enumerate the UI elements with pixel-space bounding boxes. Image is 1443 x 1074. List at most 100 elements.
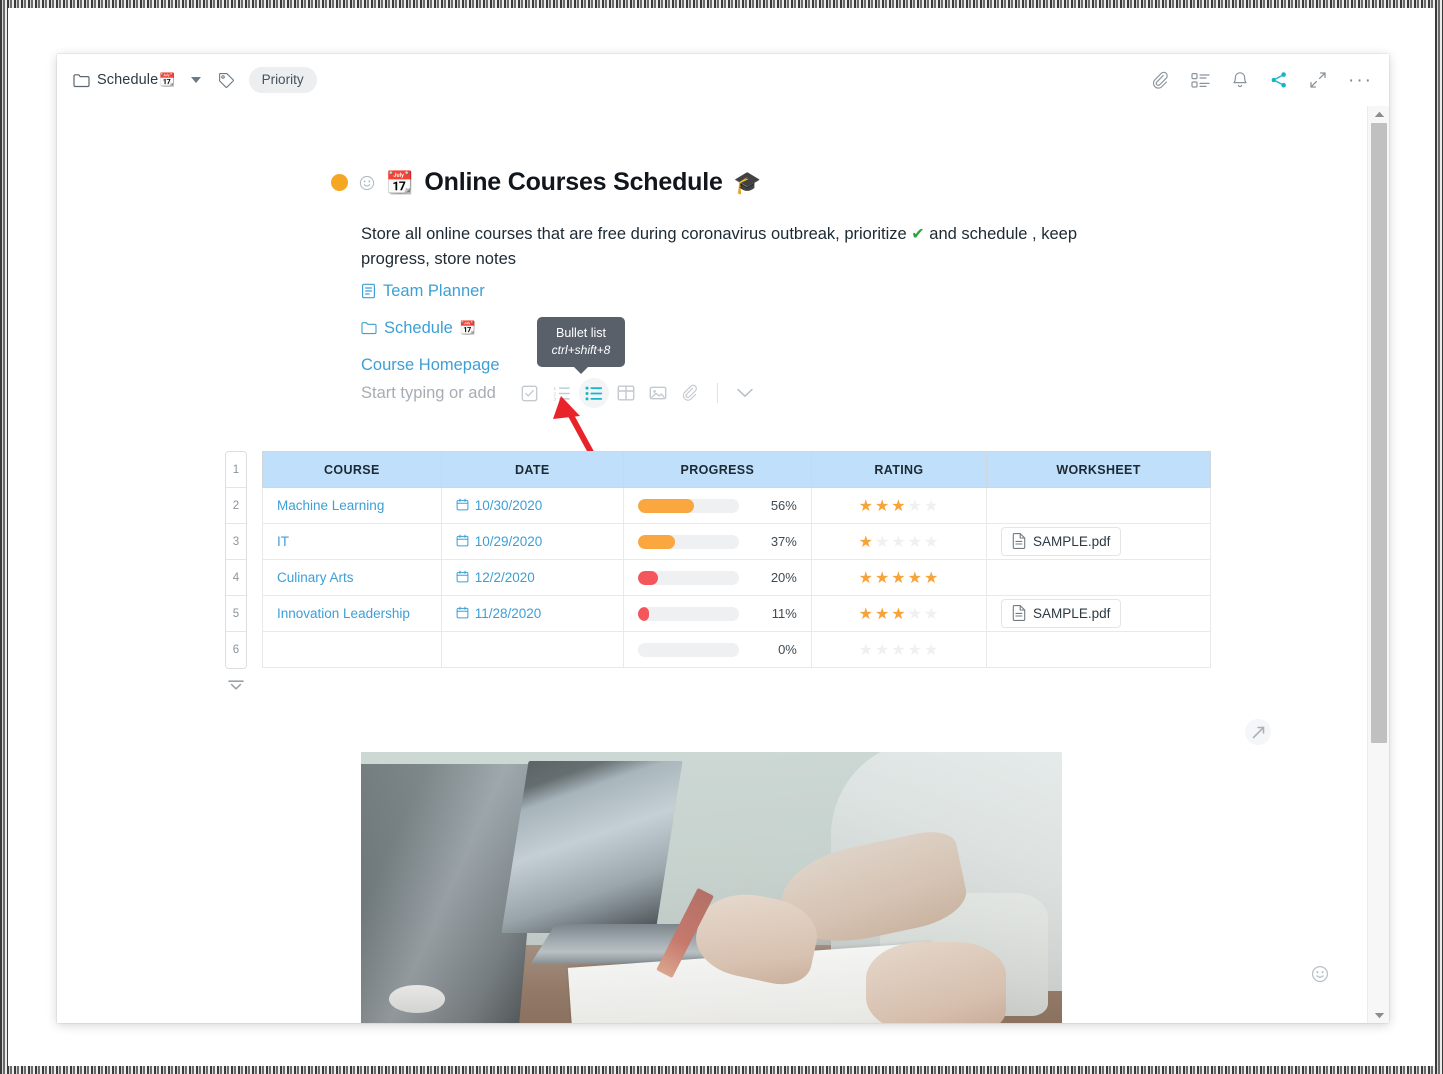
more-options-icon[interactable]: ··· [1348, 71, 1373, 90]
scroll-down-icon[interactable] [1368, 1007, 1389, 1023]
star-filled-icon[interactable]: ★ [859, 604, 874, 624]
link-course-homepage[interactable]: Course Homepage [361, 355, 500, 375]
cell-worksheet[interactable] [986, 559, 1211, 596]
star-rating[interactable]: ★ ★ ★ ★ ★ [826, 532, 972, 552]
star-filled-icon[interactable]: ★ [891, 496, 906, 516]
table-row[interactable]: Innovation Leadership 11/28/2020 11% ★ ★ ★ ★ ★ S… [262, 595, 1211, 632]
image-button[interactable] [643, 378, 673, 408]
column-header-course[interactable]: COURSE [262, 451, 442, 488]
table-button[interactable] [611, 378, 641, 408]
course-link[interactable]: Machine Learning [277, 498, 384, 513]
star-filled-icon[interactable]: ★ [859, 532, 874, 552]
tag-icon[interactable] [218, 72, 235, 89]
cell-date[interactable] [440, 631, 624, 668]
attachment-icon[interactable] [1151, 71, 1170, 90]
reaction-smiley-icon[interactable] [359, 175, 375, 191]
file-attachment-chip[interactable]: SAMPLE.pdf [1001, 599, 1122, 628]
star-filled-icon[interactable]: ★ [875, 604, 890, 624]
attachment-button[interactable] [675, 378, 705, 408]
document-description[interactable]: Store all online courses that are free d… [361, 222, 1081, 272]
row-number[interactable]: 3 [226, 524, 246, 560]
star-rating[interactable]: ★ ★ ★ ★ ★ [826, 604, 972, 624]
cell-rating[interactable]: ★ ★ ★ ★ ★ [810, 523, 988, 560]
chevron-down-icon[interactable] [190, 77, 201, 83]
cell-rating[interactable]: ★ ★ ★ ★ ★ [810, 559, 988, 596]
scrollbar-thumb[interactable] [1371, 123, 1387, 743]
cell-rating[interactable]: ★ ★ ★ ★ ★ [810, 487, 988, 524]
cell-date[interactable]: 10/29/2020 [440, 523, 624, 560]
link-schedule[interactable]: Schedule 📆 [361, 318, 500, 338]
status-dot[interactable] [331, 174, 348, 191]
cell-worksheet[interactable] [986, 631, 1211, 668]
scroll-up-icon[interactable] [1368, 106, 1389, 122]
cell-progress[interactable]: 37% [622, 523, 812, 560]
column-header-date[interactable]: DATE [440, 451, 624, 488]
share-icon[interactable] [1270, 71, 1288, 89]
progress-bar[interactable]: 20% [637, 570, 797, 585]
expand-icon[interactable] [1309, 71, 1327, 89]
cell-date[interactable]: 10/30/2020 [440, 487, 624, 524]
cell-course[interactable]: Culinary Arts [262, 559, 442, 596]
cell-date[interactable]: 11/28/2020 [440, 595, 624, 632]
star-empty-icon[interactable]: ★ [859, 640, 874, 660]
table-row[interactable]: Culinary Arts 12/2/2020 20% ★ ★ ★ ★ ★ [262, 559, 1211, 596]
collapse-rows-icon[interactable] [227, 679, 245, 691]
resize-handle-icon[interactable] [1245, 719, 1271, 745]
star-filled-icon[interactable]: ★ [891, 604, 906, 624]
star-empty-icon[interactable]: ★ [908, 532, 923, 552]
row-number[interactable]: 4 [226, 560, 246, 596]
star-filled-icon[interactable]: ★ [859, 496, 874, 516]
star-filled-icon[interactable]: ★ [875, 568, 890, 588]
cell-date[interactable]: 12/2/2020 [440, 559, 624, 596]
star-rating[interactable]: ★ ★ ★ ★ ★ [826, 496, 972, 516]
cell-progress[interactable]: 11% [622, 595, 812, 632]
star-empty-icon[interactable]: ★ [924, 496, 939, 516]
cell-progress[interactable]: 0% [622, 631, 812, 668]
star-empty-icon[interactable]: ★ [891, 532, 906, 552]
cell-progress[interactable]: 20% [622, 559, 812, 596]
column-header-rating[interactable]: RATING [810, 451, 988, 488]
file-attachment-chip[interactable]: SAMPLE.pdf [1001, 527, 1122, 556]
cell-course[interactable]: IT [262, 523, 442, 560]
row-number[interactable]: 1 [226, 452, 246, 488]
star-filled-icon[interactable]: ★ [875, 496, 890, 516]
star-filled-icon[interactable]: ★ [908, 568, 923, 588]
cell-course[interactable]: Machine Learning [262, 487, 442, 524]
cell-rating[interactable]: ★ ★ ★ ★ ★ [810, 631, 988, 668]
checklist-button[interactable] [515, 378, 545, 408]
progress-bar[interactable]: 56% [637, 498, 797, 513]
table-row[interactable]: IT 10/29/2020 37% ★ ★ ★ ★ ★ SAMPLE.pdf [262, 523, 1211, 560]
course-link[interactable]: Innovation Leadership [277, 606, 410, 621]
footer-smiley-icon[interactable] [1311, 965, 1329, 983]
insert-placeholder[interactable]: Start typing or add [361, 384, 496, 403]
star-empty-icon[interactable]: ★ [908, 496, 923, 516]
link-team-planner[interactable]: Team Planner [361, 281, 500, 301]
cell-worksheet[interactable] [986, 487, 1211, 524]
star-empty-icon[interactable]: ★ [924, 640, 939, 660]
star-filled-icon[interactable]: ★ [891, 568, 906, 588]
course-link[interactable]: IT [277, 534, 289, 549]
priority-tag-chip[interactable]: Priority [248, 67, 317, 93]
star-empty-icon[interactable]: ★ [908, 604, 923, 624]
cell-course[interactable] [262, 631, 442, 668]
star-rating[interactable]: ★ ★ ★ ★ ★ [826, 640, 972, 660]
row-number[interactable]: 5 [226, 596, 246, 632]
board-view-icon[interactable] [1191, 72, 1210, 89]
more-blocks-button[interactable] [730, 378, 760, 408]
star-empty-icon[interactable]: ★ [924, 532, 939, 552]
star-empty-icon[interactable]: ★ [908, 640, 923, 660]
cell-worksheet[interactable]: SAMPLE.pdf [986, 523, 1211, 560]
cell-progress[interactable]: 56% [622, 487, 812, 524]
row-number[interactable]: 2 [226, 488, 246, 524]
table-row[interactable]: Machine Learning 10/30/2020 56% ★ ★ ★ ★ ★ [262, 487, 1211, 524]
star-filled-icon[interactable]: ★ [859, 568, 874, 588]
star-rating[interactable]: ★ ★ ★ ★ ★ [826, 568, 972, 588]
star-filled-icon[interactable]: ★ [924, 568, 939, 588]
numbered-list-button[interactable]: 1 2 3 [547, 378, 577, 408]
column-header-progress[interactable]: PROGRESS [622, 451, 812, 488]
star-empty-icon[interactable]: ★ [924, 604, 939, 624]
star-empty-icon[interactable]: ★ [891, 640, 906, 660]
progress-bar[interactable]: 37% [637, 534, 797, 549]
star-empty-icon[interactable]: ★ [875, 532, 890, 552]
cell-course[interactable]: Innovation Leadership [262, 595, 442, 632]
